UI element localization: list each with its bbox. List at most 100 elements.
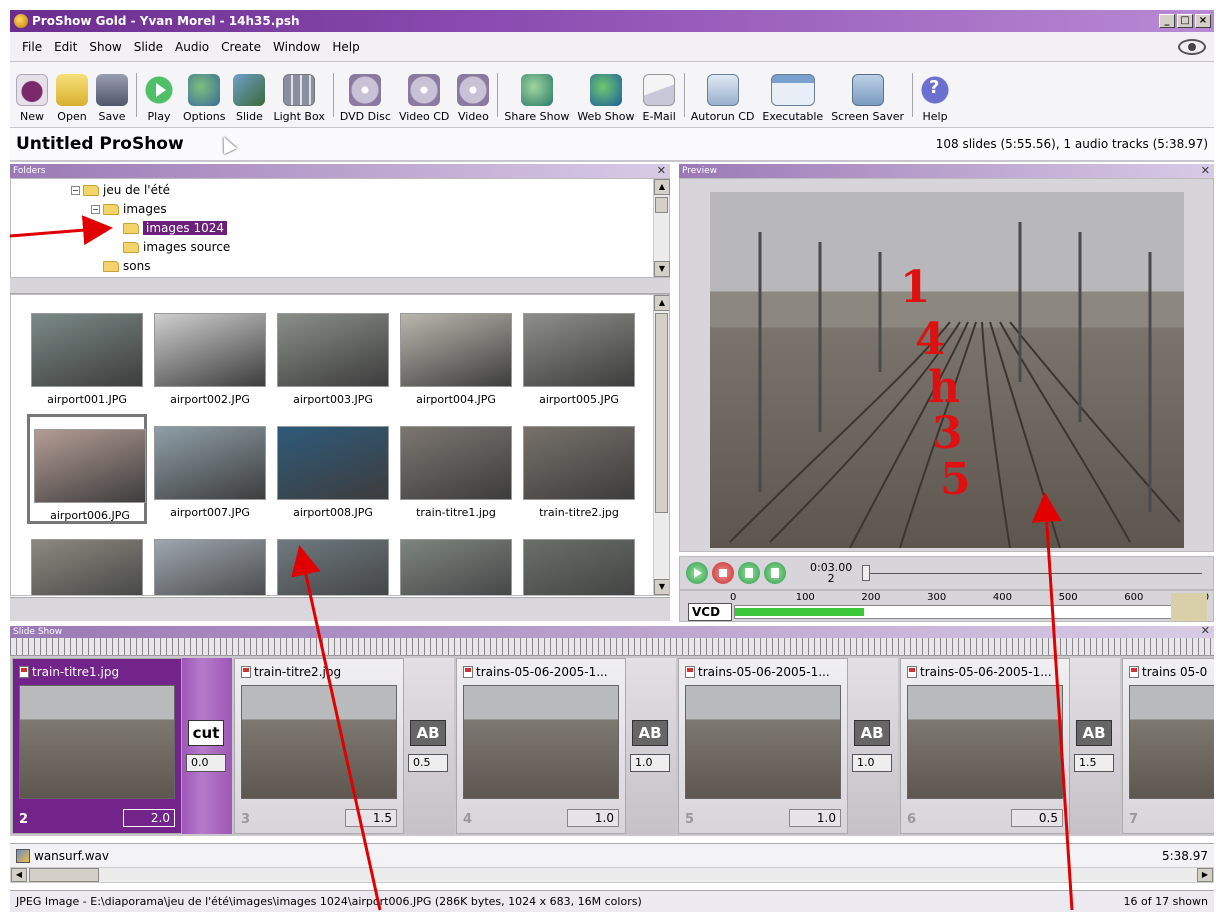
thumbnail-item[interactable] (519, 527, 639, 595)
tree-item-images-source[interactable]: images source (123, 238, 230, 256)
slide-card[interactable]: trains-05-06-2005-1... 4 1.0 (456, 658, 626, 834)
thumbnail-item[interactable]: airport007.JPG (150, 414, 270, 524)
output-format-label[interactable]: VCD (688, 603, 732, 621)
transition-duration[interactable]: 0.5 (408, 754, 448, 772)
scrollbar-thumb[interactable] (29, 868, 99, 882)
project-title[interactable]: Untitled ProShow (16, 134, 184, 154)
help-button[interactable]: Help (919, 74, 952, 123)
menu-help[interactable]: Help (326, 40, 365, 54)
slide-card[interactable]: train-titre1.jpg 2 2.0 (12, 658, 182, 834)
autorun-cd-button[interactable]: Autorun CD (691, 74, 754, 123)
options-button[interactable]: Options (183, 74, 225, 123)
menu-file[interactable]: File (16, 40, 48, 54)
thumbnail-item[interactable]: train-titre1.jpg (396, 414, 516, 524)
close-icon[interactable]: ✕ (657, 164, 666, 178)
open-button[interactable]: Open (56, 74, 88, 123)
share-show-button[interactable]: Share Show (504, 74, 569, 123)
menu-audio[interactable]: Audio (169, 40, 215, 54)
transition-slot[interactable]: AB 1.0 (626, 658, 676, 834)
dvd-disc-button[interactable]: DVD Disc (340, 74, 391, 123)
slide-duration[interactable]: 1.5 (345, 809, 397, 827)
menu-create[interactable]: Create (215, 40, 267, 54)
transition-icon[interactable]: AB (632, 720, 668, 746)
folder-tree-scrollbar[interactable]: ▲ ▼ (653, 179, 670, 277)
thumbnail-item[interactable] (150, 527, 270, 595)
slide-card[interactable]: trains 05-0 7 (1122, 658, 1214, 834)
scroll-up-icon[interactable]: ▲ (654, 179, 670, 195)
close-icon[interactable]: ✕ (1201, 164, 1210, 178)
thumbnail-item[interactable] (396, 527, 516, 595)
audio-track[interactable]: wansurf.wav 5:38.97 (10, 843, 1214, 867)
next-button[interactable] (764, 562, 786, 584)
close-button[interactable]: × (1195, 14, 1211, 28)
slide-timeline-ruler[interactable] (10, 638, 1214, 656)
thumbnail-item[interactable]: airport002.JPG (150, 301, 270, 411)
tree-item-sons[interactable]: sons (103, 257, 150, 275)
position-slider[interactable] (862, 564, 1203, 581)
scrollbar-thumb[interactable] (655, 197, 668, 213)
transition-icon[interactable]: cut (188, 720, 224, 746)
slide-card[interactable]: trains-05-06-2005-1... 5 1.0 (678, 658, 848, 834)
scroll-right-icon[interactable]: ▶ (1197, 868, 1213, 882)
video-button[interactable]: Video (457, 74, 490, 123)
slide-duration[interactable]: 1.0 (789, 809, 841, 827)
scroll-down-icon[interactable]: ▼ (654, 261, 670, 277)
slider-knob[interactable] (862, 564, 871, 581)
menu-window[interactable]: Window (267, 40, 326, 54)
thumbnail-item[interactable]: airport008.JPG (273, 414, 393, 524)
thumbnail-item[interactable]: airport006.JPG (27, 414, 147, 524)
thumbnail-item[interactable]: train-titre2.jpg (519, 414, 639, 524)
tree-item-images[interactable]: − images (91, 200, 167, 218)
play-button[interactable] (686, 562, 708, 584)
scroll-down-icon[interactable]: ▼ (654, 579, 669, 595)
transition-duration[interactable]: 1.5 (1074, 754, 1114, 772)
stop-button[interactable] (712, 562, 734, 584)
thumbnail-item[interactable]: airport003.JPG (273, 301, 393, 411)
tree-item-images-1024[interactable]: images 1024 (123, 219, 227, 237)
previous-button[interactable] (738, 562, 760, 584)
slide-list-scrollbar[interactable]: ◀ ▶ (10, 867, 1214, 883)
slide-button[interactable]: Slide (233, 74, 266, 123)
transition-slot[interactable]: cut 0.0 (182, 658, 232, 834)
transition-duration[interactable]: 0.0 (186, 754, 226, 772)
transition-duration[interactable]: 1.0 (852, 754, 892, 772)
save-button[interactable]: Save (96, 74, 128, 123)
new-button[interactable]: New (16, 74, 48, 123)
close-icon[interactable]: ✕ (1201, 625, 1210, 637)
light-box-button[interactable]: Light Box (273, 74, 325, 123)
executable-button[interactable]: Executable (762, 74, 823, 123)
play-button[interactable]: Play (143, 74, 175, 123)
thumbnail-item[interactable] (273, 527, 393, 595)
transition-duration[interactable]: 1.0 (630, 754, 670, 772)
slide-duration[interactable]: 2.0 (123, 809, 175, 827)
thumbnail-item[interactable]: airport001.JPG (27, 301, 147, 411)
thumbnail-scrollbar[interactable]: ▲ ▼ (653, 295, 669, 595)
thumbnail-item[interactable]: airport005.JPG (519, 301, 639, 411)
thumbnail-item[interactable]: airport004.JPG (396, 301, 516, 411)
slide-duration[interactable]: 1.0 (567, 809, 619, 827)
transition-icon[interactable]: AB (854, 720, 890, 746)
transition-icon[interactable]: AB (1076, 720, 1112, 746)
menu-show[interactable]: Show (83, 40, 127, 54)
slide-card[interactable]: trains-05-06-2005-1... 6 0.5 (900, 658, 1070, 834)
scroll-left-icon[interactable]: ◀ (11, 868, 27, 882)
tree-item-jeu-de-lete[interactable]: − jeu de l'été (71, 181, 170, 199)
menu-edit[interactable]: Edit (48, 40, 83, 54)
scrollbar-thumb[interactable] (655, 313, 668, 513)
minimize-button[interactable]: _ (1159, 14, 1175, 28)
collapse-icon[interactable]: − (71, 185, 80, 195)
menu-slide[interactable]: Slide (128, 40, 169, 54)
screen-saver-button[interactable]: Screen Saver (831, 74, 904, 123)
panel-splitter[interactable] (10, 278, 670, 294)
video-cd-button[interactable]: Video CD (399, 74, 449, 123)
email-button[interactable]: E-Mail (643, 74, 676, 123)
scroll-up-icon[interactable]: ▲ (654, 295, 669, 311)
web-show-button[interactable]: Web Show (577, 74, 635, 123)
transition-slot[interactable]: AB 0.5 (404, 658, 454, 834)
collapse-icon[interactable]: − (91, 204, 100, 214)
slide-card[interactable]: train-titre2.jpg 3 1.5 (234, 658, 404, 834)
maximize-button[interactable]: □ (1177, 14, 1193, 28)
transition-icon[interactable]: AB (410, 720, 446, 746)
thumbnail-item[interactable] (27, 527, 147, 595)
transition-slot[interactable]: AB 1.5 (1070, 658, 1120, 834)
